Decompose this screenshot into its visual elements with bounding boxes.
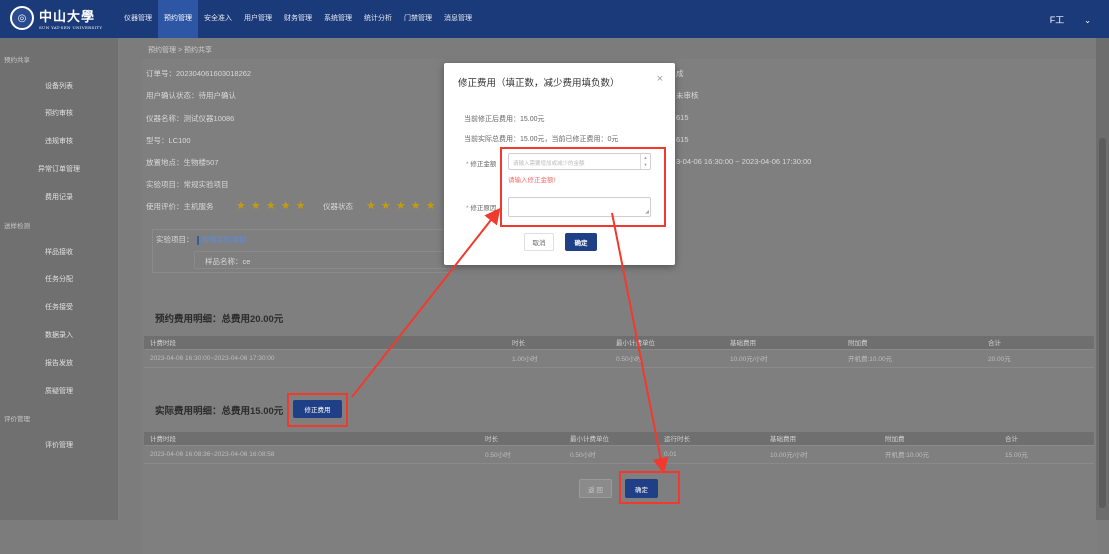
arrow-fix-to-dialog	[351, 207, 501, 398]
arrow-dialog-to-confirm	[611, 212, 669, 474]
annotation-arrows	[351, 207, 669, 474]
